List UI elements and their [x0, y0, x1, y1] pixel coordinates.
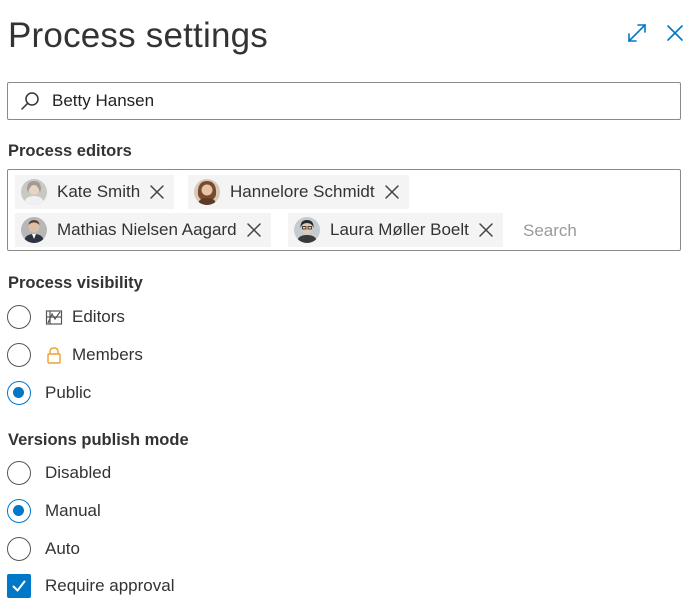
- visibility-editors-label: Editors: [72, 307, 125, 326]
- dialog-title: Process settings: [8, 16, 268, 55]
- avatar: [294, 217, 320, 243]
- editor-chip: Laura Møller Boelt: [288, 213, 503, 247]
- editor-chip: Hannelore Schmidt: [188, 175, 409, 209]
- editor-name: Laura Møller Boelt: [330, 220, 469, 239]
- expand-icon[interactable]: [626, 22, 648, 44]
- remove-editor-close-icon[interactable]: [148, 183, 166, 201]
- publish-manual-label: Manual: [45, 501, 101, 520]
- publish-option-disabled[interactable]: Disabled: [7, 460, 111, 486]
- visibility-option-public[interactable]: Public: [7, 380, 91, 406]
- require-approval-label: Require approval: [45, 576, 175, 595]
- visibility-option-editors[interactable]: Editors: [7, 304, 125, 330]
- editors-icon: [45, 308, 63, 326]
- search-icon: [20, 91, 40, 111]
- editor-name: Hannelore Schmidt: [230, 182, 375, 201]
- publish-disabled-label: Disabled: [45, 463, 112, 482]
- header-actions: [626, 22, 686, 44]
- editors-search-input[interactable]: [521, 220, 675, 242]
- visibility-public-label: Public: [45, 383, 92, 402]
- publish-mode-section-label: Versions publish mode: [8, 431, 189, 449]
- avatar: [21, 179, 47, 205]
- editor-chip: Kate Smith: [15, 175, 175, 209]
- editors-picker[interactable]: Kate Smith Hannelore Schmidt Mathias Nie…: [7, 169, 681, 251]
- publish-auto-radio[interactable]: [7, 537, 31, 561]
- editor-name: Kate Smith: [57, 182, 141, 201]
- lock-icon: [45, 346, 63, 364]
- editor-name: Mathias Nielsen Aagard: [57, 220, 237, 239]
- avatar: [194, 179, 220, 205]
- publish-disabled-radio[interactable]: [7, 461, 31, 485]
- require-approval-option[interactable]: Require approval: [7, 573, 174, 599]
- remove-editor-close-icon[interactable]: [383, 183, 401, 201]
- editors-section-label: Process editors: [8, 142, 132, 160]
- remove-editor-close-icon[interactable]: [245, 221, 263, 239]
- user-search-box[interactable]: [7, 82, 681, 120]
- publish-manual-radio[interactable]: [7, 499, 31, 523]
- editor-chip: Mathias Nielsen Aagard: [15, 213, 271, 247]
- publish-auto-label: Auto: [45, 539, 80, 558]
- visibility-editors-radio[interactable]: [7, 305, 31, 329]
- publish-option-auto[interactable]: Auto: [7, 536, 80, 562]
- publish-option-manual[interactable]: Manual: [7, 498, 101, 524]
- user-search-input[interactable]: [50, 90, 654, 112]
- remove-editor-close-icon[interactable]: [477, 221, 495, 239]
- visibility-members-radio[interactable]: [7, 343, 31, 367]
- visibility-option-members[interactable]: Members: [7, 342, 143, 368]
- visibility-members-label: Members: [72, 345, 143, 364]
- avatar: [21, 217, 47, 243]
- visibility-public-radio[interactable]: [7, 381, 31, 405]
- close-icon[interactable]: [664, 22, 686, 44]
- checkmark-icon: [12, 580, 26, 592]
- require-approval-checkbox[interactable]: [7, 574, 31, 598]
- visibility-section-label: Process visibility: [8, 274, 143, 292]
- process-settings-dialog: Process settings Betty Hansen Process ed…: [0, 0, 694, 612]
